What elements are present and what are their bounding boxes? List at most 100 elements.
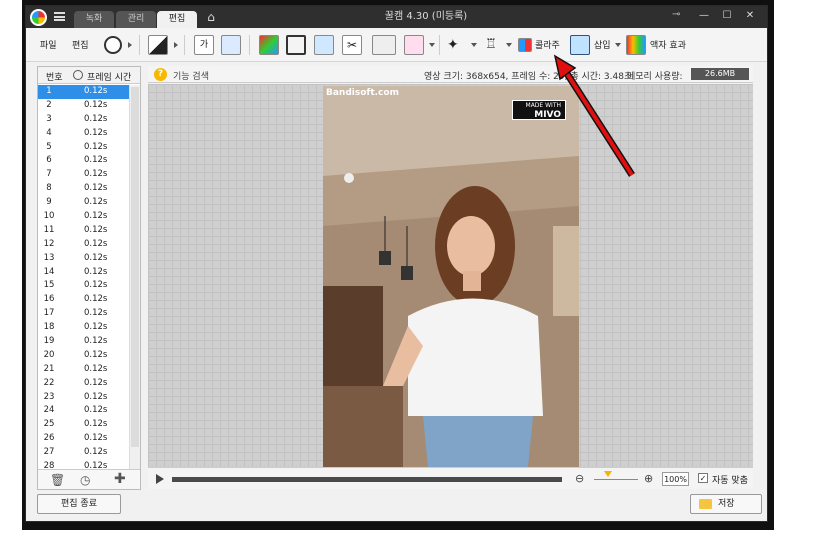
frame-time: 0.12s [84, 405, 108, 416]
frame-number: 7 [46, 169, 52, 180]
frame-row[interactable]: 11 0.12s [38, 224, 129, 238]
zoom-out-icon[interactable]: ⊖ [575, 472, 584, 485]
adjust-image-icon[interactable] [148, 35, 168, 55]
info-bar: ? 기능 검색 영상 크기: 368x654, 프레임 수: 29, 총 시간:… [148, 66, 753, 83]
frame-row[interactable]: 28 0.12s [38, 460, 129, 469]
frame-row[interactable]: 16 0.12s [38, 293, 129, 307]
key-icon[interactable]: ⊸ [672, 9, 680, 20]
frame-list-scrollbar[interactable] [129, 85, 140, 469]
edit-menu[interactable]: 편집 [72, 38, 89, 51]
frame-row[interactable]: 23 0.12s [38, 391, 129, 405]
collage-icon[interactable] [518, 38, 532, 52]
cut-icon[interactable]: ✂ [342, 35, 362, 55]
frame-row[interactable]: 21 0.12s [38, 363, 129, 377]
sticker-icon[interactable] [221, 35, 241, 55]
frame-list-header: 번호 프레임 시간 [38, 67, 140, 84]
frame-row[interactable]: 5 0.12s [38, 141, 129, 155]
zoom-slider[interactable] [594, 479, 638, 480]
frame-time: 0.12s [84, 169, 108, 180]
expand-arrow-icon[interactable] [174, 42, 178, 48]
frame-row[interactable]: 15 0.12s [38, 279, 129, 293]
frame-row[interactable]: 22 0.12s [38, 377, 129, 391]
minimize-button[interactable]: — [694, 8, 714, 24]
home-icon[interactable]: ⌂ [204, 11, 218, 24]
resize-icon[interactable] [314, 35, 334, 55]
frame-row[interactable]: 3 0.12s [38, 113, 129, 127]
timeline-track[interactable] [172, 477, 562, 482]
zoom-in-icon[interactable]: ⊕ [644, 472, 653, 485]
magic-wand-icon[interactable]: ✦ [447, 35, 467, 55]
tab-edit[interactable]: 편집 [157, 11, 197, 28]
help-icon[interactable]: ? [154, 68, 167, 81]
frame-row[interactable]: 17 0.12s [38, 307, 129, 321]
frame-row[interactable]: 25 0.12s [38, 418, 129, 432]
tab-record[interactable]: 녹화 [74, 11, 114, 28]
frame-row[interactable]: 4 0.12s [38, 127, 129, 141]
frame-time: 0.12s [84, 419, 108, 430]
file-menu[interactable]: 파일 [40, 38, 57, 51]
frame-row[interactable]: 24 0.12s [38, 404, 129, 418]
frame-row[interactable]: 9 0.12s [38, 196, 129, 210]
collage-button[interactable]: 콜라주 [535, 38, 560, 51]
save-button[interactable]: 저장 [690, 494, 762, 514]
frame-row[interactable]: 13 0.12s [38, 252, 129, 266]
zoom-slider-knob[interactable] [604, 471, 612, 477]
frame-row[interactable]: 1 0.12s [38, 85, 129, 99]
preview-canvas: Bandisoft.com MADE WITH MIVO [148, 84, 753, 467]
frame-row[interactable]: 20 0.12s [38, 349, 129, 363]
col-number-header[interactable]: 번호 [46, 70, 63, 83]
frame-row[interactable]: 8 0.12s [38, 182, 129, 196]
crop-icon[interactable] [286, 35, 306, 55]
frame-row[interactable]: 19 0.12s [38, 335, 129, 349]
app-logo-icon[interactable] [30, 9, 47, 26]
frame-effect-button[interactable]: 액자 효과 [650, 38, 686, 51]
menu-icon[interactable] [54, 12, 65, 21]
frame-strip-icon[interactable] [372, 35, 396, 55]
close-button[interactable]: ✕ [740, 8, 760, 24]
frame-row[interactable]: 12 0.12s [38, 238, 129, 252]
insert-icon[interactable] [570, 35, 590, 55]
function-search-link[interactable]: 기능 검색 [173, 69, 209, 82]
col-frame-time-header[interactable]: 프레임 시간 [87, 70, 131, 83]
zoom-level-button[interactable]: 100% [662, 472, 689, 486]
frame-row[interactable]: 26 0.12s [38, 432, 129, 446]
dropdown-caret-icon[interactable] [615, 43, 621, 47]
dropdown-caret-icon[interactable] [429, 43, 435, 47]
add-frame-icon[interactable]: ✚ [114, 471, 126, 487]
easel-icon[interactable]: ♖ [481, 35, 501, 55]
title-bar: 녹화 관리 편집 ⌂ 꿀캠 4.30 (미등록) ⊸ — ☐ ✕ [26, 6, 767, 28]
text-insert-icon[interactable]: 가 [194, 35, 214, 55]
frame-time: 0.12s [84, 183, 108, 194]
play-icon[interactable] [156, 474, 164, 484]
frame-time: 0.12s [84, 197, 108, 208]
auto-fit-checkbox[interactable]: ✓ [698, 473, 708, 483]
end-edit-button[interactable]: 편집 종료 [37, 494, 121, 514]
frame-time: 0.12s [84, 322, 108, 333]
maximize-button[interactable]: ☐ [717, 8, 737, 24]
frame-number: 14 [43, 266, 55, 277]
dropdown-caret-icon[interactable] [506, 43, 512, 47]
delete-frame-icon[interactable] [404, 35, 424, 55]
frame-time-icon[interactable] [104, 36, 122, 54]
scrollbar-thumb[interactable] [131, 87, 139, 447]
frame-number: 25 [43, 419, 55, 430]
frame-number: 16 [43, 294, 55, 305]
frame-row[interactable]: 2 0.12s [38, 99, 129, 113]
frame-row[interactable]: 6 0.12s [38, 154, 129, 168]
frame-row[interactable]: 27 0.12s [38, 446, 129, 460]
frame-list[interactable]: 1 0.12s 2 0.12s 3 0.12s 4 0.12s 5 0.12s 6 0.12s 7 0.1… [38, 85, 129, 469]
frame-row[interactable]: 18 0.12s [38, 321, 129, 335]
color-fill-icon[interactable] [259, 35, 279, 55]
tab-manage[interactable]: 관리 [116, 11, 156, 28]
trash-icon[interactable]: 🗑 [50, 473, 65, 487]
auto-fit-label[interactable]: 자동 맞춤 [712, 473, 748, 486]
frame-effect-icon[interactable] [626, 35, 646, 55]
expand-arrow-icon[interactable] [128, 42, 132, 48]
dropdown-caret-icon[interactable] [471, 43, 477, 47]
frame-row[interactable]: 14 0.12s [38, 266, 129, 280]
insert-button[interactable]: 삽입 [594, 38, 611, 51]
clock-icon[interactable]: ◷ [80, 473, 90, 487]
frame-row[interactable]: 10 0.12s [38, 210, 129, 224]
frame-number: 24 [43, 405, 55, 416]
frame-row[interactable]: 7 0.12s [38, 168, 129, 182]
